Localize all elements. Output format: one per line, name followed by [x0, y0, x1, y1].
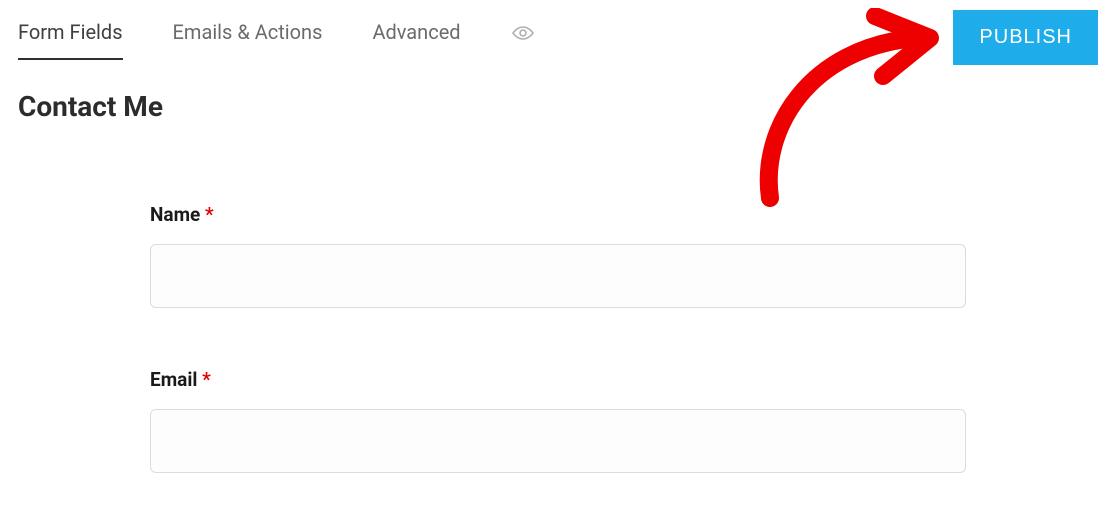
required-mark: * [202, 368, 211, 391]
page-title: Contact Me [18, 90, 1116, 123]
tab-advanced[interactable]: Advanced [372, 20, 460, 60]
email-label-text: Email [150, 368, 197, 391]
tab-list: Form Fields Emails & Actions Advanced [18, 20, 535, 60]
form-preview: Name * Email * [150, 203, 966, 473]
header-bar: Form Fields Emails & Actions Advanced PU… [0, 0, 1116, 60]
form-field-email: Email * [150, 368, 966, 473]
email-label: Email * [150, 368, 966, 391]
name-label: Name * [150, 203, 966, 226]
name-input[interactable] [150, 244, 966, 308]
required-mark: * [205, 203, 214, 226]
preview-eye-icon[interactable] [511, 23, 535, 57]
name-label-text: Name [150, 203, 200, 226]
email-input[interactable] [150, 409, 966, 473]
tab-emails-actions[interactable]: Emails & Actions [173, 20, 323, 60]
tab-form-fields[interactable]: Form Fields [18, 20, 123, 60]
form-field-name: Name * [150, 203, 966, 308]
publish-button[interactable]: PUBLISH [953, 10, 1098, 65]
